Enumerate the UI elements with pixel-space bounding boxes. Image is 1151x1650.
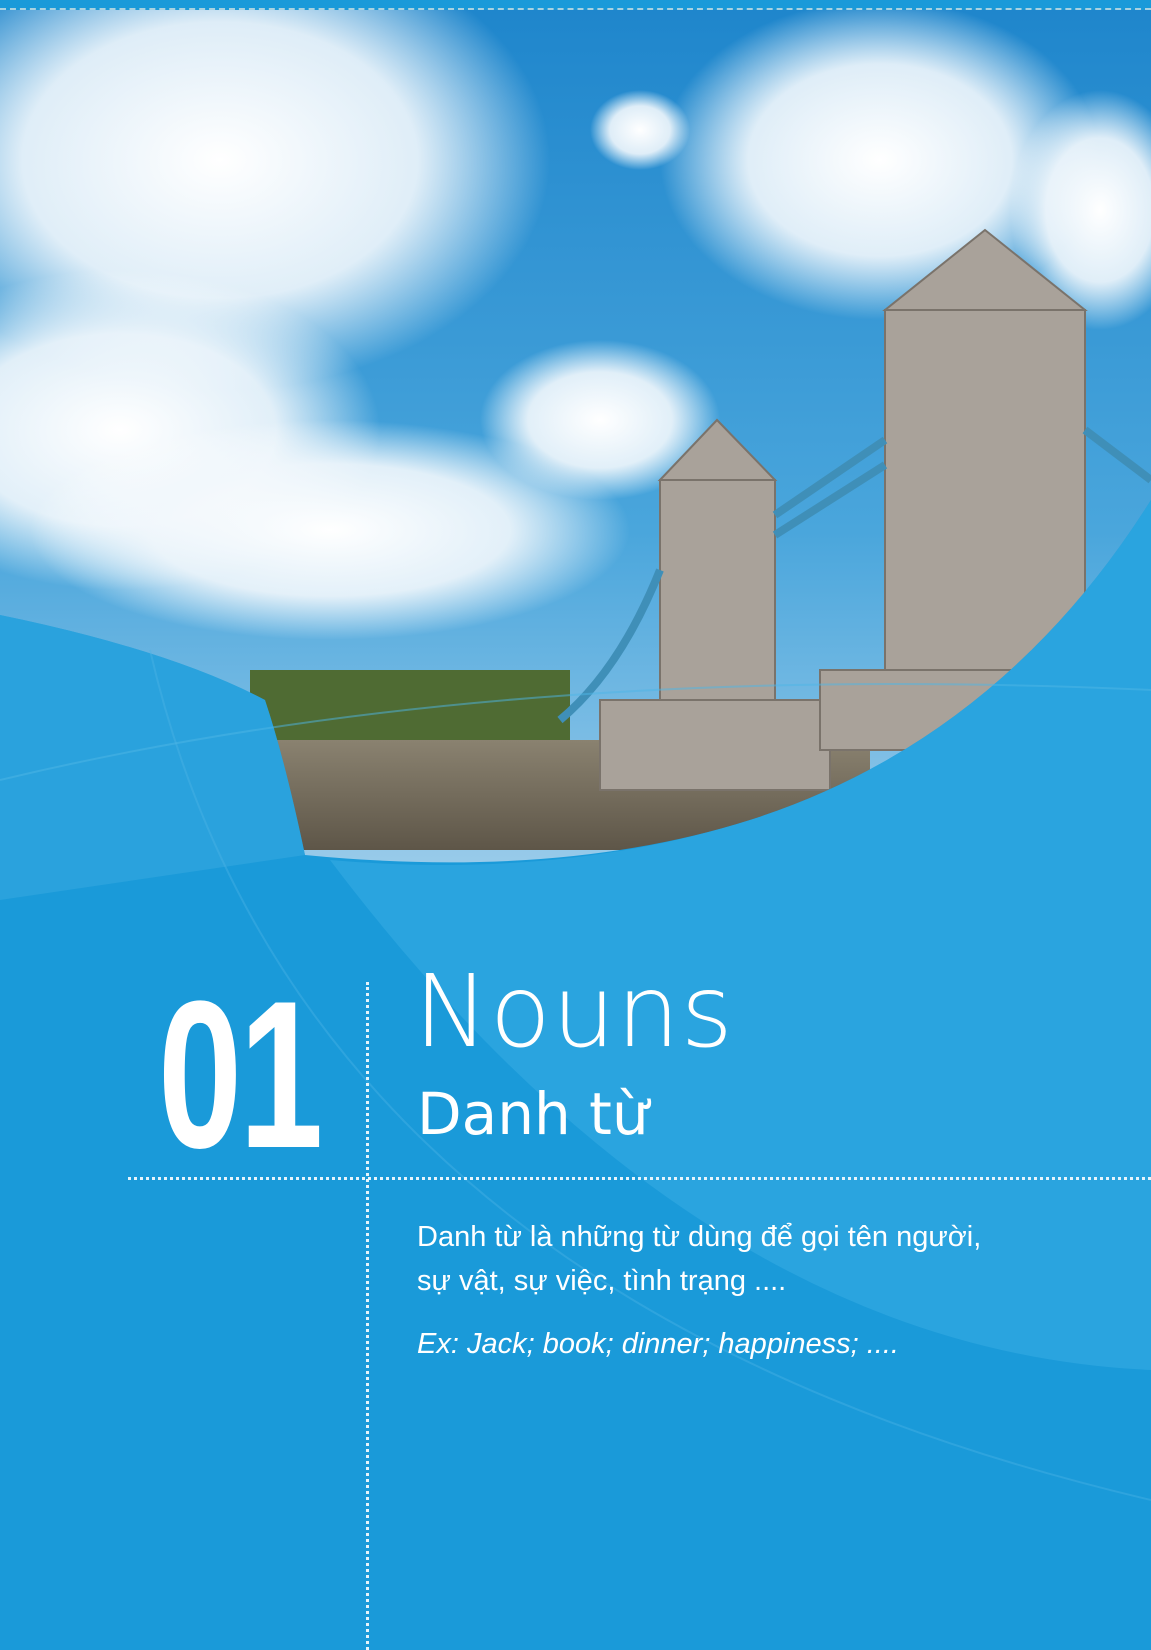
example-text: Ex: Jack; book; dinner; happiness; .... <box>417 1328 899 1360</box>
horizontal-dotted-divider <box>128 1177 1151 1180</box>
definition-text: Danh từ là những từ dùng để gọi tên ngườ… <box>417 1215 1137 1303</box>
definition-line-2: sự vật, sự việc, tình trạng .... <box>417 1265 787 1297</box>
chapter-number: 01 <box>158 957 323 1192</box>
chapter-subtitle: Danh từ <box>417 1080 649 1148</box>
chapter-title: Nouns <box>414 953 734 1070</box>
blue-curved-background <box>0 500 1151 1650</box>
definition-line-1: Danh từ là những từ dùng để gọi tên ngườ… <box>417 1221 982 1253</box>
vertical-dotted-divider <box>366 982 369 1650</box>
